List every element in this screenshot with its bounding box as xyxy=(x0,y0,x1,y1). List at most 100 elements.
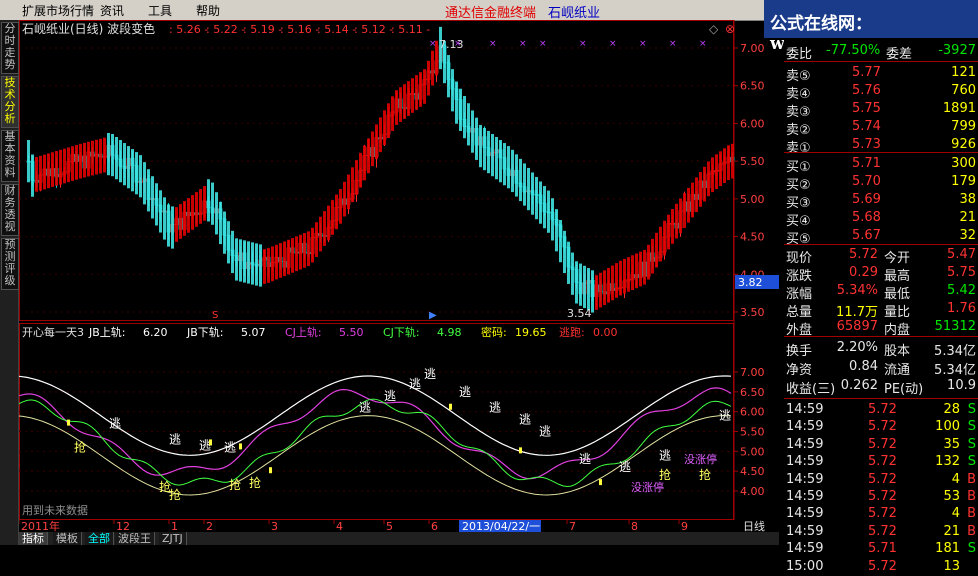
tab-indicators[interactable]: 指标 xyxy=(19,532,48,545)
tick-row: 14:59 5.71 181 S xyxy=(786,541,976,557)
trend-band xyxy=(27,26,734,313)
indicator-param-value: 19.65 xyxy=(515,326,547,339)
signal-marker: ▶ xyxy=(429,310,437,321)
escape-signal: 逃 xyxy=(384,389,396,403)
x-tick-label: 2 xyxy=(206,520,213,532)
menu-help[interactable]: 帮助 xyxy=(196,2,220,19)
x-tick-label: 1 xyxy=(171,520,178,532)
grab-signal: 抢 xyxy=(229,477,241,492)
y-tick-label: 3.50 xyxy=(740,306,765,319)
tab-zjtj[interactable]: ZJTJ xyxy=(159,532,187,545)
signal-bar xyxy=(599,479,602,486)
menu-tools[interactable]: 工具 xyxy=(148,2,172,19)
y-tick-label: 5.00 xyxy=(740,193,765,206)
tick-row: 14:59 5.72 4 B xyxy=(786,471,976,487)
header-value: : 5.19 - xyxy=(243,23,282,36)
header-value: : 5.16 - xyxy=(280,23,319,36)
tick-row: 14:59 5.72 100 S xyxy=(786,419,976,435)
high-price-label: 7.13 xyxy=(439,38,464,51)
window-stock-title: 石岘纸业 xyxy=(548,6,601,21)
header-value: : 5.26 - xyxy=(169,23,208,36)
main-header-values: : 5.26 -: 5.22 -: 5.19 -: 5.16 -: 5.14 -… xyxy=(169,22,735,36)
bid-row: 买④ 5.68 21 xyxy=(786,210,976,229)
y-tick-label: 6.00 xyxy=(740,117,765,130)
x-tick-label: 4 xyxy=(336,520,343,532)
bid-row: 买② 5.70 179 xyxy=(786,174,976,193)
indicator-param-value: 6.20 xyxy=(143,326,168,339)
indicator-lines xyxy=(19,375,732,496)
signal-bar xyxy=(67,419,70,426)
indicator-line xyxy=(19,415,732,496)
escape-signal: 逃 xyxy=(424,367,436,381)
escape-signal: 逃 xyxy=(619,460,631,474)
stat-row: 净资 0.84 流通 5.34亿 xyxy=(786,359,976,378)
tab-templates[interactable]: 模板 xyxy=(53,532,82,545)
main-chart-frame xyxy=(19,20,734,321)
x-tick-label: 9 xyxy=(681,520,688,532)
main-chart-title: 石岘纸业(日线) 波段变色 xyxy=(22,21,155,36)
tab-all[interactable]: 全部 xyxy=(85,532,114,545)
tab-financial[interactable]: 财务透视 xyxy=(1,184,19,236)
indicator-param-label: JB下轨: xyxy=(186,325,224,339)
cursor-price: 3.82 xyxy=(738,276,763,289)
future-data-watermark: 用到未来数据 xyxy=(22,503,88,517)
tab-forecast[interactable]: 预测评级 xyxy=(1,238,19,290)
escape-signal: 逃 xyxy=(359,401,371,415)
indicator-y-axis: 7.00 6.50 6.00 5.50 5.00 4.50 4.00 xyxy=(733,366,765,498)
menu-extended-market[interactable]: 扩展市场行情 xyxy=(22,2,94,19)
tab-intraday[interactable]: 分时走势 xyxy=(1,22,19,74)
stat-row: 现价 5.72 今开 5.47 xyxy=(786,247,976,266)
signal-marker: × xyxy=(699,39,707,49)
tick-row: 15:00 5.72 13 xyxy=(786,558,960,574)
indicator-param-label: 密码: xyxy=(481,325,507,339)
x-tick-label: 6 xyxy=(431,520,438,532)
signal-bar xyxy=(269,467,272,474)
indicator-param-value: 5.07 xyxy=(241,326,266,339)
kline-chart-canvas[interactable]: 石岘纸业(日线) 波段变色 : 5.26 -: 5.22 -: 5.19 -: … xyxy=(19,20,779,520)
escape-signal: 逃 xyxy=(579,452,591,466)
indicator-param-label: CJ上轨: xyxy=(285,325,322,339)
y-tick-label: 5.50 xyxy=(740,426,765,439)
y-tick-label: 7.00 xyxy=(740,366,765,379)
escape-signal: 逃 xyxy=(719,409,731,423)
x-tick-label: 7 xyxy=(569,520,576,532)
signal-marker: × xyxy=(539,39,547,49)
signal-bar xyxy=(239,443,242,450)
x-tick-label: 8 xyxy=(631,520,638,532)
y-tick-label: 4.50 xyxy=(740,231,765,244)
chart-area[interactable]: 石岘纸业(日线) 波段变色 : 5.26 -: 5.22 -: 5.19 -: … xyxy=(19,20,779,520)
ask-row: 卖④ 5.76 760 xyxy=(786,83,976,102)
escape-signal: 逃 xyxy=(169,432,181,446)
indicator-param-value: 4.98 xyxy=(437,326,462,339)
signal-marker: S xyxy=(212,310,218,321)
x-tick-label: 3 xyxy=(271,520,278,532)
menu-news[interactable]: 资讯 xyxy=(100,2,124,19)
app-promo-title: 通达信金融终端 xyxy=(445,6,537,21)
tab-basic-info[interactable]: 基本资料 xyxy=(1,130,19,182)
stat-row: 换手 2.20% 股本 5.34亿 xyxy=(786,340,976,359)
signal-marker: × xyxy=(489,39,497,49)
signal-marker: × xyxy=(609,39,617,49)
no-limit-up-signal: 没涨停 xyxy=(684,452,717,466)
tab-band-king[interactable]: 波段王 xyxy=(115,532,155,545)
y-tick-label: 4.50 xyxy=(740,465,765,478)
escape-signal: 逃 xyxy=(459,385,471,399)
ask-row: 卖② 5.74 799 xyxy=(786,119,976,138)
stat-row: 收益(三) 0.262 PE(动) 10.9 xyxy=(786,378,976,397)
indicator-params: JB上轨: 6.20 JB下轨: 5.07 CJ上轨: 5.50 CJ下轨: 4.98 密码: 1… xyxy=(88,325,618,339)
header-value: : 5.22 - xyxy=(206,23,245,36)
no-limit-up-signal: 没涨停 xyxy=(631,480,664,494)
escape-signal: 逃 xyxy=(519,413,531,427)
grab-signal: 抢 xyxy=(659,467,671,482)
nav-diamond-icon: ◇ xyxy=(709,22,719,36)
tick-row: 14:59 5.72 4 B xyxy=(786,506,976,522)
tab-technical-analysis[interactable]: 技术分析 xyxy=(1,76,19,128)
grab-signal: 抢 xyxy=(74,439,86,454)
bid-row: 买⑤ 5.67 32 xyxy=(786,228,976,247)
y-tick-label: 6.00 xyxy=(740,406,765,419)
tick-row: 14:59 5.72 35 S xyxy=(786,436,976,452)
x-axis: 2011年 12 1 2 3 4 5 6 7 8 9 2013/04/22/一 日线 xyxy=(18,519,779,533)
indicator-title: 开心每一天3 xyxy=(22,325,84,339)
y-tick-label: 6.50 xyxy=(740,80,765,93)
order-ratio-row: 委比 -77.50% 委差 -3927 xyxy=(786,43,976,62)
